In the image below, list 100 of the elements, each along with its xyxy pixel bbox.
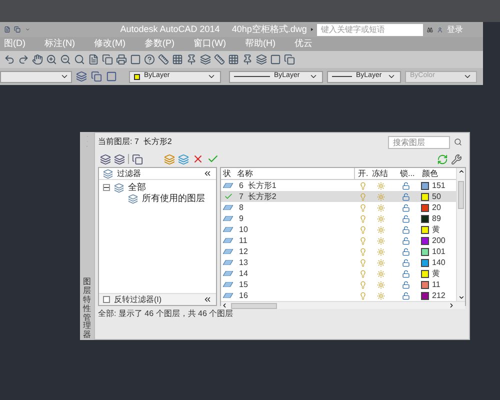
unlock-icon[interactable]	[402, 192, 410, 200]
set-current-icon[interactable]	[207, 153, 219, 165]
toolbar-icon[interactable]	[144, 54, 155, 65]
sun-icon[interactable]	[377, 182, 385, 190]
lightbulb-icon[interactable]	[359, 258, 367, 266]
column-header[interactable]: 状	[221, 168, 235, 180]
search-field[interactable]: 键入关键字或短语	[317, 24, 424, 36]
new-layer-frozen-icon[interactable]	[178, 154, 189, 164]
toolbar-icon[interactable]	[172, 54, 183, 65]
lightbulb-icon[interactable]	[359, 248, 367, 256]
scroll-down-icon[interactable]	[458, 294, 464, 301]
app-menu-icon[interactable]	[4, 24, 10, 35]
scroll-left-icon[interactable]	[221, 302, 228, 309]
sun-icon[interactable]	[377, 280, 385, 288]
search-icon[interactable]	[454, 138, 462, 146]
toolbar-icon[interactable]	[60, 54, 71, 65]
unlock-icon[interactable]	[402, 258, 410, 266]
toolbar-icon[interactable]	[32, 54, 43, 65]
toolbar-icon[interactable]	[88, 54, 99, 65]
toolbar-icon[interactable]	[18, 54, 29, 65]
lightbulb-icon[interactable]	[359, 280, 367, 288]
toolbar-icon[interactable]	[4, 54, 15, 65]
toolbar-icon[interactable]	[74, 54, 85, 65]
unlock-icon[interactable]	[402, 292, 410, 300]
layers-icon[interactable]	[76, 71, 87, 82]
lightbulb-icon[interactable]	[359, 292, 367, 300]
column-header[interactable]: 锁...	[397, 168, 419, 180]
unlock-icon[interactable]	[402, 270, 410, 278]
settings-icon[interactable]	[451, 154, 462, 164]
column-header[interactable]: 颜色	[419, 168, 449, 180]
column-header[interactable]: 开.	[355, 168, 369, 180]
column-header[interactable]: 冻结	[369, 168, 397, 180]
toolbar-icon[interactable]	[228, 54, 239, 65]
layer-row[interactable]: 13 140	[221, 257, 456, 268]
layer-row[interactable]: 6 长方形1 151	[221, 180, 456, 191]
toolbar-icon[interactable]	[158, 54, 169, 65]
unlock-icon[interactable]	[402, 204, 410, 212]
binoculars-icon[interactable]	[427, 24, 434, 34]
unlock-icon[interactable]	[402, 248, 410, 256]
lightbulb-icon[interactable]	[359, 204, 367, 212]
layer-row[interactable]: 14 黄	[221, 268, 456, 279]
invert-checkbox[interactable]	[103, 296, 110, 303]
new-filter-icon[interactable]	[100, 154, 111, 164]
layer-row[interactable]: 8 20	[221, 202, 456, 213]
tree-toggle[interactable]	[103, 184, 110, 191]
unlock-icon[interactable]	[402, 236, 410, 244]
toolbar-icon[interactable]	[214, 54, 225, 65]
states-manager-icon[interactable]	[132, 154, 143, 164]
sun-icon[interactable]	[377, 258, 385, 266]
unlock-icon[interactable]	[402, 214, 410, 222]
save-icon[interactable]	[14, 24, 21, 35]
toolbar-icon[interactable]	[130, 54, 141, 65]
toolbar-icon[interactable]	[242, 54, 253, 65]
layer-row[interactable]: 11 200	[221, 235, 456, 246]
layer-row[interactable]: 7 长方形2 50	[221, 191, 456, 202]
layer-row[interactable]: 9 89	[221, 213, 456, 224]
toolbar-icon[interactable]	[186, 54, 197, 65]
sun-icon[interactable]	[377, 236, 385, 244]
user-icon[interactable]	[437, 24, 443, 34]
lightbulb-icon[interactable]	[359, 182, 367, 190]
toolbar-icon[interactable]	[116, 54, 127, 65]
unlock-icon[interactable]	[402, 280, 410, 288]
layer-row[interactable]: 12 101	[221, 246, 456, 257]
scroll-up-icon[interactable]	[458, 168, 464, 175]
layer-search-field[interactable]: 搜索图层	[388, 136, 450, 148]
scroll-thumb[interactable]	[458, 181, 464, 209]
unlock-icon[interactable]	[402, 182, 410, 190]
lightbulb-icon[interactable]	[359, 214, 367, 222]
sun-icon[interactable]	[377, 226, 385, 234]
toolbar-icon[interactable]	[270, 54, 281, 65]
new-layer-icon[interactable]	[164, 154, 175, 164]
sun-icon[interactable]	[377, 248, 385, 256]
horizontal-scrollbar[interactable]	[221, 301, 465, 309]
toolbar-icon[interactable]	[102, 54, 113, 65]
sun-icon[interactable]	[377, 204, 385, 212]
layer-row[interactable]: 15 11	[221, 279, 456, 290]
toolbar-icon[interactable]	[284, 54, 295, 65]
tree-item[interactable]: 所有使用的图层	[142, 192, 205, 206]
lightbulb-icon[interactable]	[359, 270, 367, 278]
lightbulb-icon[interactable]	[359, 236, 367, 244]
toolbar-icon[interactable]	[200, 54, 211, 65]
refresh-icon[interactable]	[437, 154, 448, 164]
sun-icon[interactable]	[377, 270, 385, 278]
sun-icon[interactable]	[377, 292, 385, 300]
layer-tool-icon[interactable]	[106, 71, 117, 82]
column-header[interactable]: 名称	[235, 168, 355, 180]
tree-item[interactable]: 全部	[128, 180, 146, 194]
scroll-right-icon[interactable]	[448, 302, 455, 309]
vertical-scrollbar[interactable]	[456, 168, 465, 301]
sun-icon[interactable]	[377, 214, 385, 222]
layer-tool-icon[interactable]	[91, 71, 102, 82]
group-filter-icon[interactable]	[114, 154, 125, 164]
lightbulb-icon[interactable]	[359, 226, 367, 234]
unlock-icon[interactable]	[402, 226, 410, 234]
layer-row[interactable]: 10 黄	[221, 224, 456, 235]
layer-row[interactable]: 16 212	[221, 290, 456, 301]
scroll-thumb[interactable]	[231, 302, 277, 308]
delete-icon[interactable]	[192, 153, 204, 165]
toolbar-icon[interactable]	[256, 54, 267, 65]
toolbar-icon[interactable]	[46, 54, 57, 65]
